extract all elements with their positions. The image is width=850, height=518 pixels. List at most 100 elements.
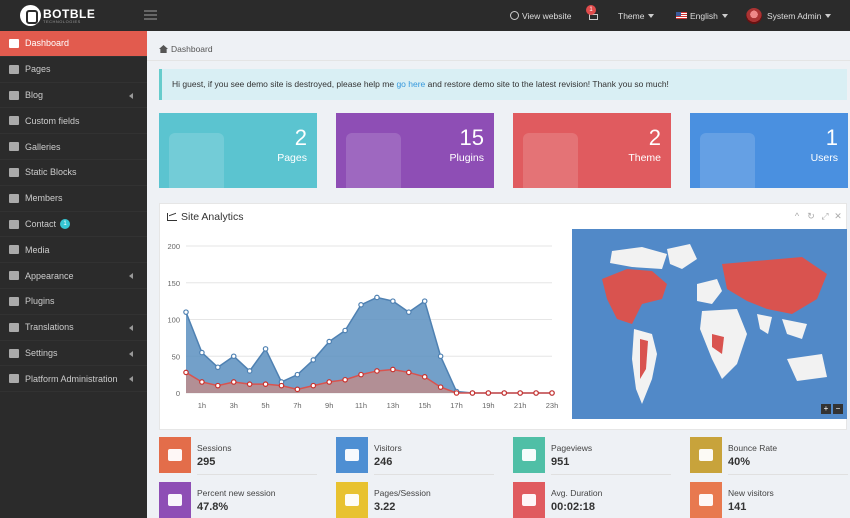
data-point-sessions <box>405 369 412 376</box>
user-plus-icon <box>699 494 713 506</box>
x-tick-label: 11h <box>355 401 367 410</box>
x-tick-label: 17h <box>450 401 463 410</box>
demo-alert: Hi guest, if you see demo site is destro… <box>159 69 847 100</box>
sidebar-item-translations[interactable]: Translations <box>0 315 147 341</box>
alert-text-before: Hi guest, if you see demo site is destro… <box>172 79 397 89</box>
fullscreen-icon[interactable]: ⤢ <box>821 212 829 221</box>
user-dropdown[interactable]: System Admin <box>746 0 832 31</box>
metric-value: 246 <box>374 456 393 468</box>
user-name: System Admin <box>767 10 822 21</box>
pie-chart-icon <box>168 494 182 506</box>
notification-button[interactable]: 1 <box>586 5 598 20</box>
breadcrumb-dashboard[interactable]: Dashboard <box>171 44 213 54</box>
sidebar-item-members[interactable]: Members <box>0 186 147 212</box>
main-content: Dashboard Hi guest, if you see demo site… <box>147 31 850 518</box>
view-website-link[interactable]: View website <box>510 0 571 31</box>
data-point-pageviews <box>262 346 269 352</box>
metric-label: Pages/Session <box>374 488 431 498</box>
sidebar-item-static-blocks[interactable]: Static Blocks <box>0 160 147 186</box>
view-website-label: View website <box>522 10 572 21</box>
sidebar-item-settings[interactable]: Settings <box>0 341 147 367</box>
data-point-pageviews <box>405 309 412 315</box>
chevron-left-icon <box>129 92 133 99</box>
data-point-pageviews <box>246 368 253 374</box>
zoom-in-button[interactable]: + <box>821 404 831 414</box>
y-tick-label: 50 <box>172 352 180 361</box>
metric-label: Avg. Duration <box>551 488 603 498</box>
data-point-sessions <box>262 381 269 387</box>
x-tick-label: 9h <box>325 401 333 410</box>
sidebar-item-label: Blog <box>25 89 44 100</box>
sidebar-item-appearance[interactable]: Appearance <box>0 263 147 289</box>
stat-card-theme[interactable]: 2 Theme <box>513 113 671 188</box>
data-point-pageviews <box>294 371 301 378</box>
language-dropdown[interactable]: English <box>676 0 728 31</box>
data-point-sessions <box>342 376 348 383</box>
sidebar-item-label: Translations <box>25 322 74 333</box>
metric-value: 951 <box>551 456 570 468</box>
line-chart-icon <box>167 213 177 221</box>
logo[interactable]: BOTBLE TECHNOLOGIES <box>20 5 95 26</box>
zoom-out-button[interactable]: − <box>833 404 843 414</box>
data-point-pageviews <box>183 309 189 315</box>
edit-icon <box>9 90 19 100</box>
data-point-pageviews <box>374 294 380 301</box>
metric-label: New visitors <box>728 488 774 498</box>
data-point-sessions <box>533 390 539 396</box>
sidebar-item-blog[interactable]: Blog <box>0 83 147 109</box>
menu-toggle-icon[interactable] <box>144 10 157 20</box>
data-point-sessions <box>230 379 237 385</box>
data-point-pageviews <box>199 349 205 356</box>
data-point-sessions <box>183 369 189 376</box>
logo-icon <box>20 5 41 26</box>
data-point-sessions <box>199 379 205 385</box>
stat-value: 2 <box>294 125 307 150</box>
sidebar-item-plugins[interactable]: Plugins <box>0 289 147 315</box>
collapse-icon[interactable]: ^ <box>793 212 801 221</box>
data-point-sessions <box>421 374 428 380</box>
data-point-sessions <box>278 382 285 389</box>
stat-label: Users <box>810 152 838 164</box>
world-map[interactable]: + − <box>572 229 847 419</box>
metric-pages-session: Pages/Session 3.22 <box>336 482 494 518</box>
y-tick-label: 100 <box>167 316 180 325</box>
alert-link[interactable]: go here <box>396 79 425 89</box>
sidebar-item-pages[interactable]: Pages <box>0 57 147 83</box>
sidebar-item-galleries[interactable]: Galleries <box>0 134 147 160</box>
stat-value: 15 <box>459 125 484 150</box>
close-icon[interactable]: ✕ <box>834 212 842 221</box>
user-shield-icon <box>9 374 19 384</box>
sidebar-item-label: Pages <box>25 64 51 75</box>
x-tick-label: 15h <box>418 401 431 410</box>
sidebar-item-contact[interactable]: Contact 1 <box>0 212 147 238</box>
theme-dropdown[interactable]: Theme <box>618 0 655 31</box>
stat-card-pages[interactable]: 2 Pages <box>159 113 317 188</box>
sidebar-item-platform-administration[interactable]: Platform Administration <box>0 366 147 393</box>
top-navbar: BOTBLE TECHNOLOGIES View website 1 Theme… <box>0 0 850 31</box>
sidebar-item-custom-fields[interactable]: Custom fields <box>0 108 147 135</box>
reload-icon[interactable]: ↻ <box>807 212 815 221</box>
metric-label: Sessions <box>197 443 232 453</box>
users-icon <box>9 193 19 203</box>
panel-title: Site Analytics <box>167 211 243 223</box>
stat-card-plugins[interactable]: 15 Plugins <box>336 113 494 188</box>
code-icon <box>9 167 19 177</box>
brush-icon <box>9 271 19 281</box>
data-point-pageviews <box>230 353 237 360</box>
chevron-left-icon <box>129 376 133 383</box>
metric-icon-box <box>513 482 545 518</box>
sidebar-item-dashboard[interactable]: Dashboard <box>0 31 147 57</box>
sidebar-item-label: Settings <box>25 347 58 358</box>
sidebar-item-media[interactable]: Media <box>0 237 147 264</box>
data-point-sessions <box>310 382 317 389</box>
image-icon <box>9 245 19 255</box>
notification-badge: 1 <box>586 5 596 15</box>
data-point-pageviews <box>342 327 348 334</box>
chevron-left-icon <box>129 273 133 280</box>
stat-card-users[interactable]: 1 Users <box>690 113 848 188</box>
stat-value: 1 <box>825 125 838 150</box>
eye-icon <box>168 449 182 461</box>
sidebar-item-label: Static Blocks <box>25 167 77 178</box>
x-tick-label: 23h <box>546 401 559 410</box>
gears-icon <box>9 348 19 358</box>
